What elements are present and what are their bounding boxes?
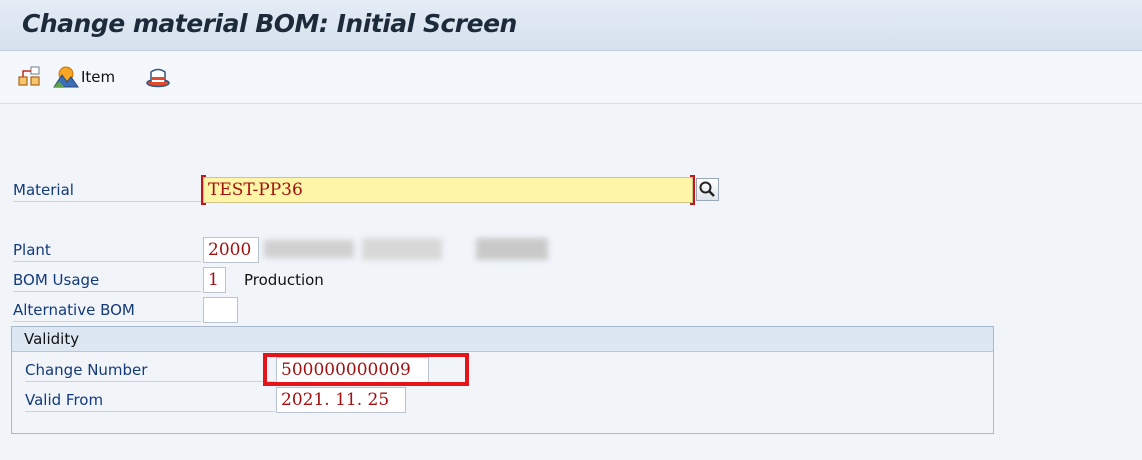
material-label: Material xyxy=(13,179,201,202)
alternative-bom-input[interactable] xyxy=(203,297,238,323)
value-help-button[interactable] xyxy=(696,178,719,201)
validity-heading: Validity xyxy=(12,327,993,352)
plant-label: Plant xyxy=(13,239,201,262)
title-bar: Change material BOM: Initial Screen xyxy=(0,0,1142,51)
page-title: Change material BOM: Initial Screen xyxy=(22,9,517,38)
highlight-box xyxy=(263,353,469,386)
hat-icon[interactable] xyxy=(145,65,171,93)
valid-from-label: Valid From xyxy=(25,389,275,412)
redacted-text xyxy=(476,238,548,260)
material-input[interactable]: TEST-PP36 xyxy=(203,177,693,203)
required-bracket-right xyxy=(690,175,695,205)
alternative-bom-label: Alternative BOM xyxy=(13,299,201,322)
redacted-text xyxy=(362,238,442,260)
item-button-label[interactable]: Item xyxy=(81,68,115,86)
application-toolbar: Item xyxy=(0,51,1142,104)
change-number-label: Change Number xyxy=(25,359,275,382)
valid-from-input[interactable]: 2021. 11. 25 xyxy=(276,387,406,413)
bom-usage-label: BOM Usage xyxy=(13,269,201,292)
hierarchy-icon[interactable] xyxy=(17,65,43,93)
magnifier-icon xyxy=(699,181,715,197)
redacted-text xyxy=(264,240,354,258)
plant-input[interactable]: 2000 xyxy=(203,237,259,263)
bom-usage-description: Production xyxy=(244,271,324,289)
bom-usage-input[interactable]: 1 xyxy=(203,267,226,293)
item-mountains-icon[interactable] xyxy=(53,65,79,93)
